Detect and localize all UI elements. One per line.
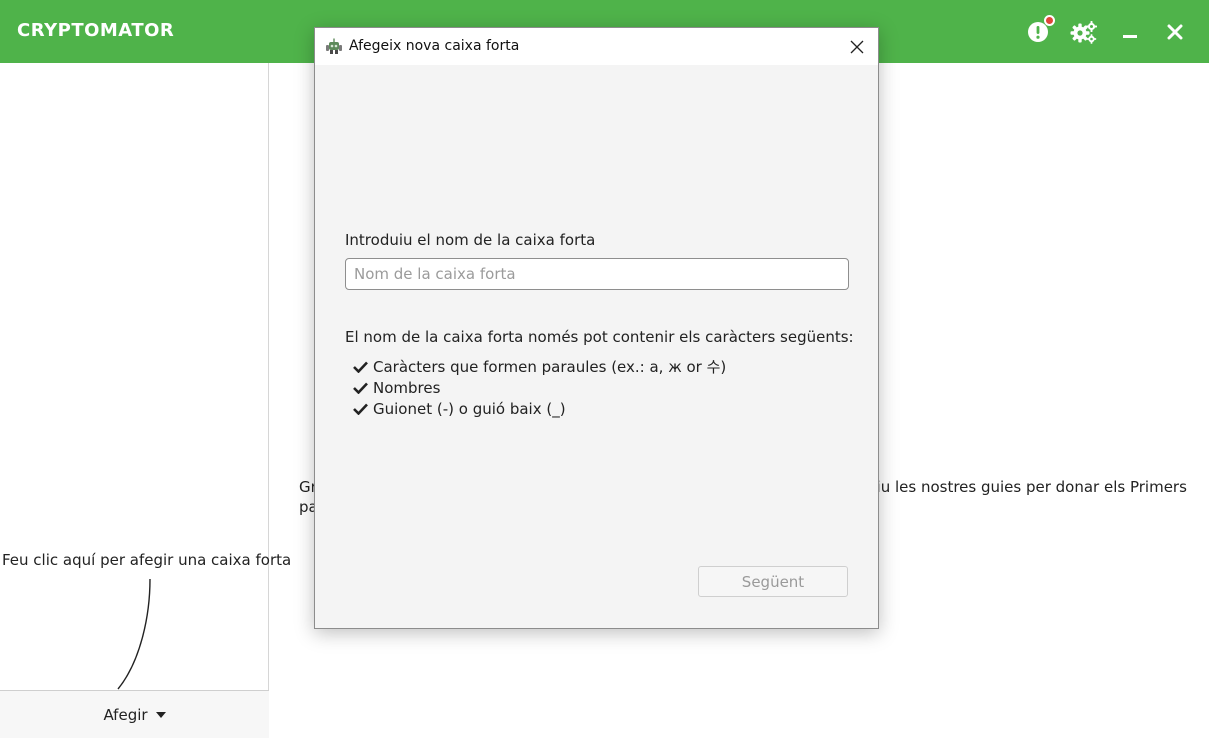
dialog-title: Afegeix nova caixa forta: [349, 38, 520, 54]
hint-arrow-icon: [117, 578, 151, 690]
close-app-button[interactable]: [1159, 16, 1191, 48]
vault-name-input[interactable]: [345, 258, 849, 290]
rule-text: Guionet (-) o guió baix (_): [373, 399, 566, 418]
dialog-title-bar: Afegeix nova caixa forta: [315, 28, 878, 65]
add-vault-label: Afegir: [103, 705, 148, 724]
next-button[interactable]: Següent: [698, 566, 848, 597]
rules-title: El nom de la caixa forta només pot conte…: [345, 328, 854, 346]
vault-list-sidebar: Feu clic aquí per afegir una caixa forta…: [0, 63, 291, 738]
close-icon: [1167, 24, 1183, 40]
vault-name-label: Introduiu el nom de la caixa forta: [345, 231, 596, 249]
add-vault-button[interactable]: Afegir: [0, 690, 269, 738]
welcome-text-end: giu les nostres guies per donar els Prim…: [867, 478, 1187, 496]
dialog-close-button[interactable]: [845, 36, 869, 58]
check-icon: [353, 382, 368, 394]
minimize-icon: [1123, 35, 1137, 38]
add-vault-hint: Feu clic aquí per afegir una caixa forta: [2, 551, 292, 569]
caret-down-icon: [155, 711, 166, 718]
check-icon: [353, 361, 368, 373]
rules-list: Caràcters que formen paraules (ex.: a, ж…: [353, 356, 726, 419]
gears-icon: [1070, 21, 1097, 44]
rule-item: Caràcters que formen paraules (ex.: a, ж…: [353, 356, 726, 377]
rule-text: Nombres: [373, 378, 441, 397]
rule-text: Caràcters que formen paraules (ex.: a, ж…: [373, 358, 727, 376]
rule-item: Nombres: [353, 377, 726, 398]
minimize-button[interactable]: [1114, 16, 1146, 48]
settings-button[interactable]: [1068, 16, 1100, 48]
cryptomator-bot-icon: [326, 38, 342, 54]
notification-badge: [1044, 15, 1055, 26]
rule-item: Guionet (-) o guió baix (_): [353, 398, 726, 419]
check-icon: [353, 403, 368, 415]
add-vault-dialog: Afegeix nova caixa forta Introduiu el no…: [314, 27, 879, 629]
close-icon: [850, 40, 864, 54]
app-brand: CRYPTOMATOR: [17, 20, 175, 41]
